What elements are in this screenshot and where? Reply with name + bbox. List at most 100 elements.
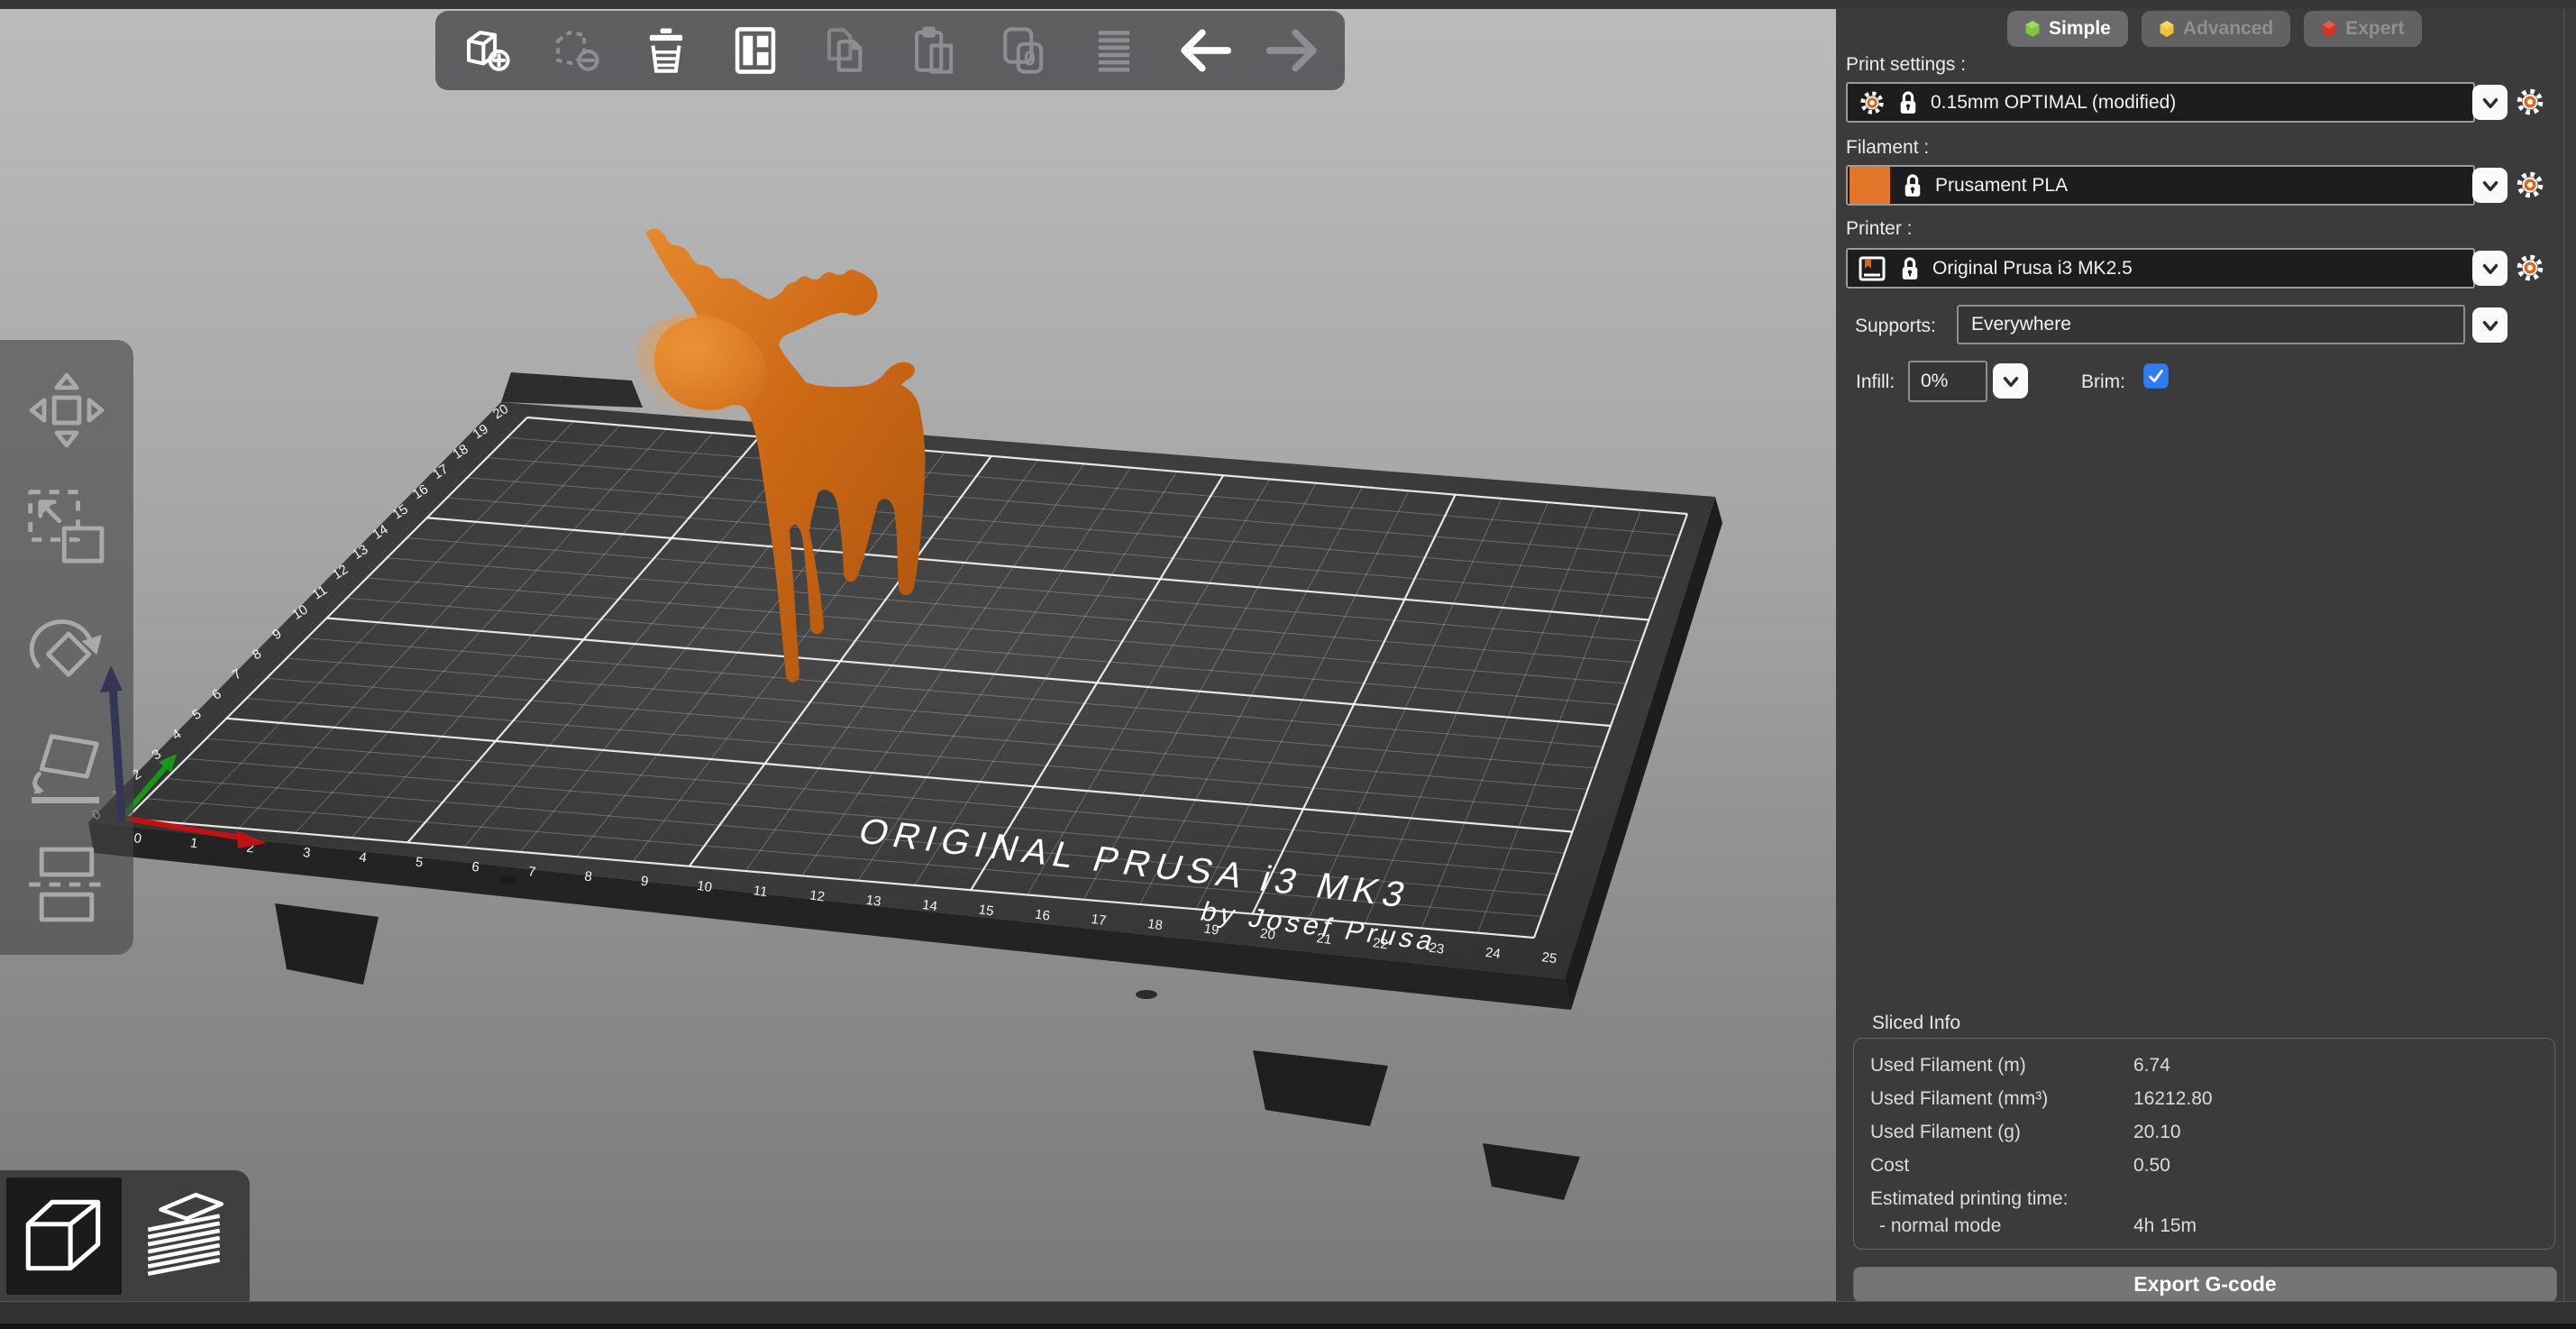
redo-button[interactable] xyxy=(1255,16,1332,85)
scale-icon xyxy=(22,483,112,573)
svg-text:18: 18 xyxy=(1146,916,1164,933)
mode-expert-button[interactable]: Expert xyxy=(2304,11,2421,47)
mode-advanced-button[interactable]: Advanced xyxy=(2142,11,2290,47)
bed-foot xyxy=(1483,1143,1580,1200)
layers-icon xyxy=(1088,24,1140,77)
infill-dropdown-button[interactable] xyxy=(1993,363,2028,399)
chevron-down-icon xyxy=(1999,370,2023,393)
sliced-info-row-label: Cost xyxy=(1870,1155,1909,1177)
paste-icon xyxy=(909,24,961,77)
sliced-info-row-value: 6.74 xyxy=(2133,1055,2170,1077)
svg-text:24: 24 xyxy=(1484,945,1502,962)
estimated-time-label: Estimated printing time: xyxy=(1870,1188,2068,1210)
layer-stack-icon xyxy=(135,1186,236,1287)
3d-viewport[interactable]: 0123456789101112131415161718192021222324… xyxy=(0,0,1836,1329)
mode-expert-label: Expert xyxy=(2345,18,2404,40)
sliced-info-row-label: Used Filament (mm³) xyxy=(1870,1088,2048,1110)
chevron-down-icon xyxy=(2479,314,2502,337)
add-cube-icon xyxy=(461,24,513,77)
delete-all-button[interactable] xyxy=(627,16,705,85)
place-on-face-icon xyxy=(22,721,112,811)
print-settings-value: 0.15mm OPTIMAL (modified) xyxy=(1931,92,2176,114)
remove-cube-icon xyxy=(550,24,602,77)
window-bottom-edge xyxy=(0,1324,2576,1329)
print-settings-gear-button[interactable] xyxy=(2515,87,2545,117)
filament-label: Filament : xyxy=(1846,137,1929,159)
status-bar xyxy=(0,1301,2576,1324)
add-button[interactable] xyxy=(448,16,525,85)
infill-label: Infill: xyxy=(1856,371,1895,393)
view-3d-editor-button[interactable] xyxy=(6,1178,122,1295)
printer-dropdown-button[interactable] xyxy=(2472,251,2507,286)
chevron-down-icon xyxy=(2479,257,2502,280)
scale-tool-button[interactable] xyxy=(18,480,115,577)
svg-text:15: 15 xyxy=(978,902,995,919)
filament-combo[interactable]: Prusament PLA xyxy=(1846,165,2475,206)
move-icon xyxy=(22,365,112,455)
advanced-gem-icon xyxy=(2159,20,2175,38)
sliced-info-box: Used Filament (m) 6.74 Used Filament (mm… xyxy=(1853,1038,2555,1250)
copy-button[interactable] xyxy=(807,16,884,85)
sliced-info-row-value: 16212.80 xyxy=(2133,1088,2213,1110)
arrange-icon xyxy=(729,24,781,77)
lock-icon xyxy=(1903,173,1923,198)
printer-gear-button[interactable] xyxy=(2515,252,2545,283)
sliced-info-row-label: Used Filament (g) xyxy=(1870,1122,2021,1143)
gear-icon xyxy=(2515,170,2545,200)
filament-dropdown-button[interactable] xyxy=(2472,168,2507,203)
normal-mode-label: - normal mode xyxy=(1879,1215,2001,1237)
manipulation-toolbar xyxy=(0,340,133,955)
delete-button[interactable] xyxy=(537,16,615,85)
instances-button[interactable]: 0 xyxy=(986,16,1064,85)
supports-value: Everywhere xyxy=(1971,314,2071,335)
scene-canvas: 0123456789101112131415161718192021222324… xyxy=(0,0,1836,1329)
filament-gear-button[interactable] xyxy=(2515,170,2545,200)
cut-icon xyxy=(22,839,112,930)
svg-text:16: 16 xyxy=(1034,907,1051,924)
simple-gem-icon xyxy=(2024,20,2041,38)
svg-text:0: 0 xyxy=(1024,46,1036,69)
supports-label: Supports: xyxy=(1855,316,1936,337)
rotate-tool-button[interactable] xyxy=(18,599,115,696)
view-mode-switcher xyxy=(0,1170,250,1302)
supports-dropdown-button[interactable] xyxy=(2472,307,2507,343)
move-tool-button[interactable] xyxy=(18,362,115,459)
chevron-down-icon xyxy=(2479,174,2502,197)
cube-icon xyxy=(14,1186,114,1287)
copy-icon xyxy=(819,24,872,77)
paste-button[interactable] xyxy=(896,16,973,85)
gear-icon xyxy=(2515,87,2545,117)
filament-value: Prusament PLA xyxy=(1935,175,2068,197)
gear-icon xyxy=(2515,252,2545,283)
place-on-face-tool-button[interactable] xyxy=(18,718,115,815)
printer-value: Original Prusa i3 MK2.5 xyxy=(1932,258,2133,280)
settings-panel: Simple Advanced Expert Print settings : xyxy=(1836,9,2576,1301)
infill-combo[interactable]: 0% xyxy=(1908,361,1987,402)
supports-combo[interactable]: Everywhere xyxy=(1957,305,2465,344)
export-gcode-button[interactable]: Export G-code xyxy=(1853,1267,2557,1302)
trash-icon xyxy=(640,24,692,77)
chevron-down-icon xyxy=(2479,91,2502,115)
print-settings-dropdown-button[interactable] xyxy=(2472,85,2507,120)
svg-text:12: 12 xyxy=(808,887,826,904)
lock-icon xyxy=(1898,90,1918,115)
print-settings-combo[interactable]: 0.15mm OPTIMAL (modified) xyxy=(1846,82,2475,123)
undo-button[interactable] xyxy=(1165,16,1243,85)
svg-text:17: 17 xyxy=(1091,912,1108,929)
arrange-button[interactable] xyxy=(717,16,794,85)
svg-text:11: 11 xyxy=(753,883,769,900)
mode-simple-label: Simple xyxy=(2049,18,2111,40)
expert-gem-icon xyxy=(2321,20,2337,38)
instances-icon: 0 xyxy=(999,24,1051,77)
cut-tool-button[interactable] xyxy=(18,836,115,933)
brim-checkbox[interactable] xyxy=(2143,363,2169,389)
view-preview-button[interactable] xyxy=(128,1178,243,1295)
mode-simple-button[interactable]: Simple xyxy=(2007,11,2128,47)
printer-label: Printer : xyxy=(1846,218,1913,240)
bed-foot xyxy=(275,903,379,985)
sliced-info-row-value: 0.50 xyxy=(2133,1155,2170,1177)
top-toolbar: 0 xyxy=(435,11,1345,90)
printer-combo[interactable]: Original Prusa i3 MK2.5 xyxy=(1846,248,2475,289)
layer-ranges-button[interactable] xyxy=(1075,16,1153,85)
infill-value: 0% xyxy=(1921,371,1948,392)
